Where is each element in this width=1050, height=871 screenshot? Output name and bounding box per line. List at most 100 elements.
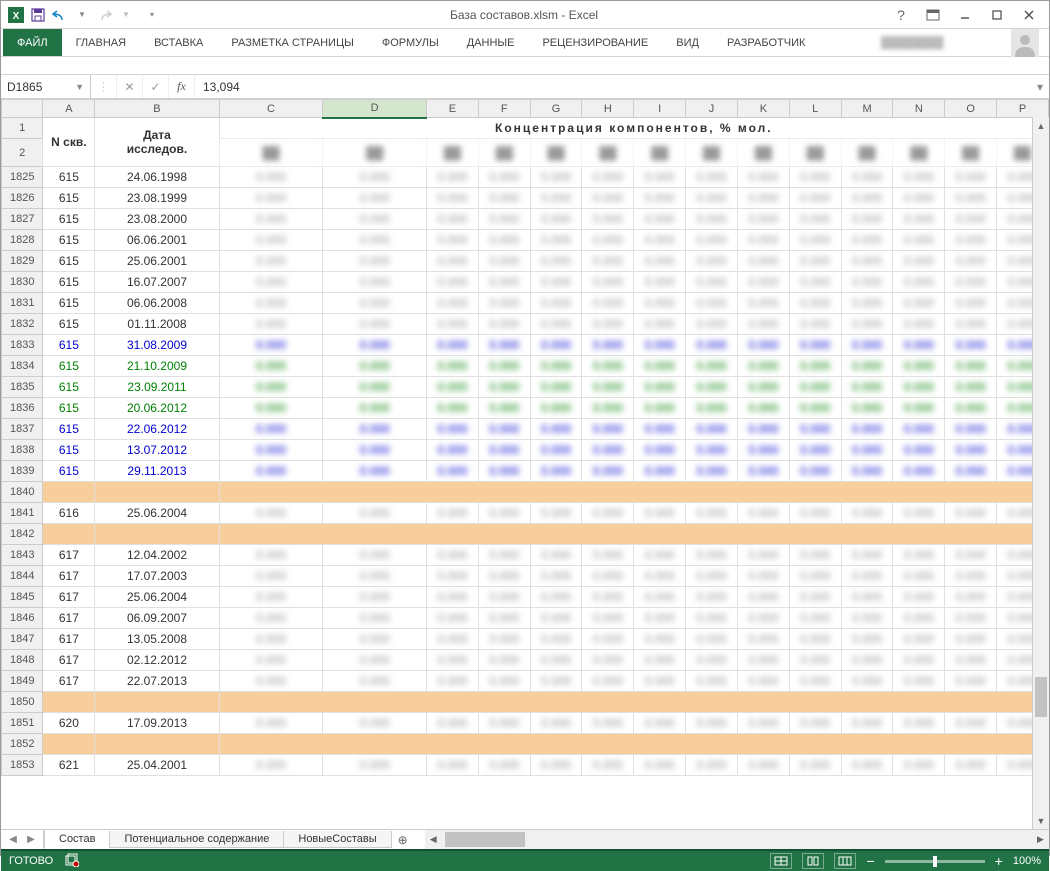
cell-value[interactable]: 0.000	[893, 335, 945, 356]
cell-value[interactable]: 0.000	[530, 251, 582, 272]
cell-value[interactable]: 0.000	[323, 377, 427, 398]
cell-value[interactable]: 0.000	[478, 167, 530, 188]
cell-value[interactable]: 0.000	[841, 755, 893, 776]
cell-value[interactable]: 0.000	[893, 272, 945, 293]
cell-value[interactable]: 0.000	[582, 419, 634, 440]
row-header[interactable]: 1850	[2, 692, 43, 713]
cell-well-number[interactable]: 615	[43, 440, 95, 461]
cell-value[interactable]: 0.000	[841, 293, 893, 314]
cell-value[interactable]: 0.000	[323, 461, 427, 482]
cell-date[interactable]	[95, 524, 219, 545]
sub-header[interactable]: ██	[323, 139, 427, 167]
cell-date[interactable]: 17.09.2013	[95, 713, 219, 734]
cell-value[interactable]: 0.000	[582, 335, 634, 356]
cell-value[interactable]: 0.000	[893, 398, 945, 419]
cell-value[interactable]: 0.000	[737, 440, 789, 461]
cell-date[interactable]: 06.06.2008	[95, 293, 219, 314]
cell-value[interactable]: 0.000	[686, 566, 738, 587]
cell-value[interactable]: 0.000	[426, 755, 478, 776]
cell-value[interactable]: 0.000	[686, 377, 738, 398]
cell-value[interactable]: 0.000	[478, 566, 530, 587]
ribbon-tab[interactable]: ФОРМУЛЫ	[368, 31, 453, 55]
cell-value[interactable]: 0.000	[841, 272, 893, 293]
column-header[interactable]: G	[530, 100, 582, 118]
cell-date[interactable]: 06.06.2001	[95, 230, 219, 251]
page-break-view-icon[interactable]	[834, 853, 856, 869]
cell-value[interactable]: 0.000	[789, 755, 841, 776]
cell-value[interactable]: 0.000	[841, 419, 893, 440]
ribbon-tab[interactable]: ДАННЫЕ	[453, 31, 529, 55]
cell-value[interactable]: 0.000	[841, 377, 893, 398]
cell-value[interactable]: 0.000	[893, 356, 945, 377]
cell-value[interactable]: 0.000	[789, 545, 841, 566]
cell-value[interactable]: 0.000	[634, 335, 686, 356]
cell-value[interactable]: 0.000	[686, 503, 738, 524]
cell-date[interactable]: 12.04.2002	[95, 545, 219, 566]
cell-value[interactable]: 0.000	[893, 671, 945, 692]
cell-value[interactable]: 0.000	[686, 545, 738, 566]
cell-value[interactable]: 0.000	[478, 356, 530, 377]
cell-empty[interactable]	[219, 734, 1048, 755]
cell-value[interactable]: 0.000	[323, 587, 427, 608]
cell-value[interactable]: 0.000	[634, 650, 686, 671]
cell-well-number[interactable]: 615	[43, 419, 95, 440]
cell-value[interactable]: 0.000	[323, 713, 427, 734]
cell-well-number[interactable]: 615	[43, 461, 95, 482]
cell-value[interactable]: 0.000	[789, 671, 841, 692]
cell-well-number[interactable]: 615	[43, 377, 95, 398]
cell-value[interactable]: 0.000	[323, 566, 427, 587]
cell-date[interactable]: 22.07.2013	[95, 671, 219, 692]
row-header[interactable]: 1827	[2, 209, 43, 230]
scroll-right-icon[interactable]: ▶	[1032, 830, 1049, 849]
cell-value[interactable]: 0.000	[945, 209, 997, 230]
cell-value[interactable]: 0.000	[478, 503, 530, 524]
cell-value[interactable]: 0.000	[323, 230, 427, 251]
cell-well-number[interactable]: 617	[43, 629, 95, 650]
cell-value[interactable]: 0.000	[426, 209, 478, 230]
column-header[interactable]: P	[997, 100, 1049, 118]
cell-value[interactable]: 0.000	[893, 293, 945, 314]
cell-value[interactable]: 0.000	[893, 461, 945, 482]
cell-date[interactable]: 23.08.1999	[95, 188, 219, 209]
cell-value[interactable]: 0.000	[478, 209, 530, 230]
cell-value[interactable]: 0.000	[737, 356, 789, 377]
cell-value[interactable]: 0.000	[323, 671, 427, 692]
row-header[interactable]: 1851	[2, 713, 43, 734]
cell-value[interactable]: 0.000	[634, 356, 686, 377]
column-header[interactable]: L	[789, 100, 841, 118]
sub-header[interactable]: ██	[686, 139, 738, 167]
scroll-left-icon[interactable]: ◀	[425, 830, 442, 849]
cell-well-number[interactable]: 615	[43, 335, 95, 356]
cell-value[interactable]: 0.000	[789, 713, 841, 734]
cell-value[interactable]: 0.000	[478, 671, 530, 692]
account-avatar[interactable]	[1011, 29, 1039, 57]
cell-value[interactable]: 0.000	[582, 188, 634, 209]
scroll-down-icon[interactable]: ▼	[1033, 812, 1049, 829]
scroll-up-icon[interactable]: ▲	[1033, 117, 1049, 134]
cell-well-number[interactable]: 615	[43, 209, 95, 230]
cell-value[interactable]: 0.000	[789, 188, 841, 209]
zoom-in-icon[interactable]: +	[995, 853, 1003, 869]
cell-value[interactable]: 0.000	[478, 188, 530, 209]
row-header[interactable]: 1830	[2, 272, 43, 293]
cell-well-number[interactable]: 615	[43, 272, 95, 293]
cell-value[interactable]: 0.000	[686, 167, 738, 188]
cell-value[interactable]: 0.000	[893, 377, 945, 398]
cell-value[interactable]: 0.000	[634, 188, 686, 209]
cell-well-number[interactable]: 615	[43, 398, 95, 419]
cell-value[interactable]: 0.000	[945, 671, 997, 692]
formula-expand-icon[interactable]: ▾	[1031, 75, 1049, 98]
cell-value[interactable]: 0.000	[634, 377, 686, 398]
cell-value[interactable]: 0.000	[893, 230, 945, 251]
cell-value[interactable]: 0.000	[634, 419, 686, 440]
sub-header[interactable]: ██	[426, 139, 478, 167]
cell-value[interactable]: 0.000	[737, 608, 789, 629]
undo-icon[interactable]	[51, 6, 69, 24]
cell-well-number[interactable]: 615	[43, 188, 95, 209]
cell-value[interactable]: 0.000	[323, 755, 427, 776]
cell-well-number[interactable]: 621	[43, 755, 95, 776]
sub-header[interactable]: ██	[737, 139, 789, 167]
cell-value[interactable]: 0.000	[686, 230, 738, 251]
cell-value[interactable]: 0.000	[945, 377, 997, 398]
cell-value[interactable]: 0.000	[634, 230, 686, 251]
